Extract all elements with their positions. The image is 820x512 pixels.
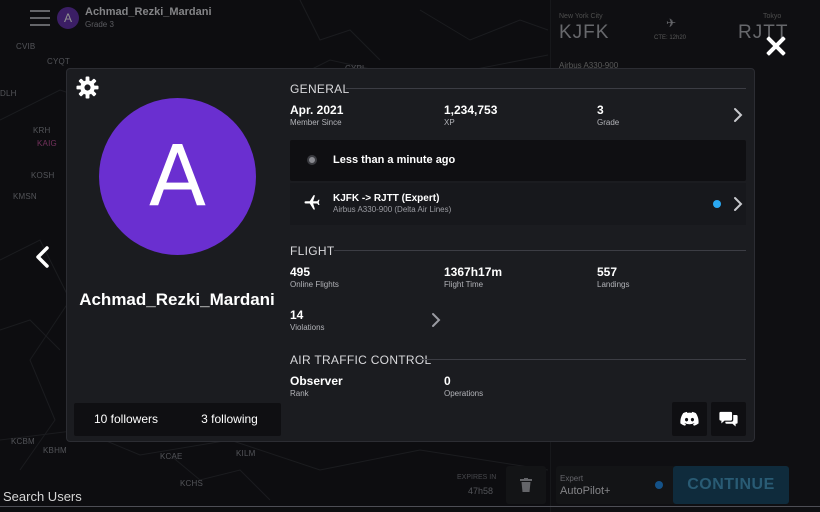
airplane-icon [304, 195, 320, 210]
flight-details-chevron-right-icon[interactable] [733, 196, 743, 212]
violations-value: 14 [290, 308, 304, 322]
section-title-general: GENERAL [290, 82, 350, 96]
discord-icon [680, 411, 699, 426]
grade-label: Grade [597, 118, 620, 127]
member-since-label: Member Since [290, 118, 342, 127]
profile-username: Achmad_Rezki_Mardani [79, 290, 275, 309]
section-divider [420, 359, 746, 360]
xp-value: 1,234,753 [444, 103, 498, 117]
flight-aircraft: Airbus A330-900 (Delta Air Lines) [333, 205, 452, 214]
followers-button[interactable]: 10 followers [74, 403, 178, 436]
live-indicator-dot [713, 200, 721, 208]
landings-label: Landings [597, 280, 630, 289]
atc-operations-value: 0 [444, 374, 451, 388]
flight-route: KJFK -> RJTT (Expert) [333, 193, 440, 204]
last-seen-text: Less than a minute ago [333, 154, 456, 166]
section-title-flight: FLIGHT [290, 244, 335, 258]
gear-icon[interactable] [76, 76, 99, 99]
status-offline-icon [307, 155, 317, 165]
profile-avatar: A [99, 98, 256, 255]
landings-value: 557 [597, 265, 618, 279]
grade-value: 3 [597, 103, 604, 117]
grade-details-chevron-right-icon[interactable] [733, 107, 743, 123]
close-icon[interactable] [763, 33, 789, 59]
following-button[interactable]: 3 following [178, 403, 281, 436]
atc-rank-label: Rank [290, 389, 309, 398]
atc-operations-label: Operations [444, 389, 484, 398]
search-users-input[interactable]: Search Users [3, 489, 82, 504]
section-title-atc: AIR TRAFFIC CONTROL [290, 353, 432, 367]
current-flight-row[interactable] [290, 183, 746, 225]
flight-time-label: Flight Time [444, 280, 484, 289]
chat-icon [719, 411, 738, 427]
discord-button[interactable] [672, 402, 707, 436]
flight-time-value: 1367h17m [444, 265, 503, 279]
violations-chevron-right-icon[interactable] [431, 312, 441, 328]
section-divider [346, 88, 746, 89]
member-since-value: Apr. 2021 [290, 103, 344, 117]
online-flights-value: 495 [290, 265, 311, 279]
atc-rank-value: Observer [290, 374, 343, 388]
violations-label: Violations [290, 323, 325, 332]
online-flights-label: Online Flights [290, 280, 339, 289]
chevron-left-icon[interactable] [34, 246, 50, 268]
section-divider [334, 250, 746, 251]
chat-button[interactable] [711, 402, 746, 436]
search-underline [0, 506, 820, 507]
xp-label: XP [444, 118, 455, 127]
